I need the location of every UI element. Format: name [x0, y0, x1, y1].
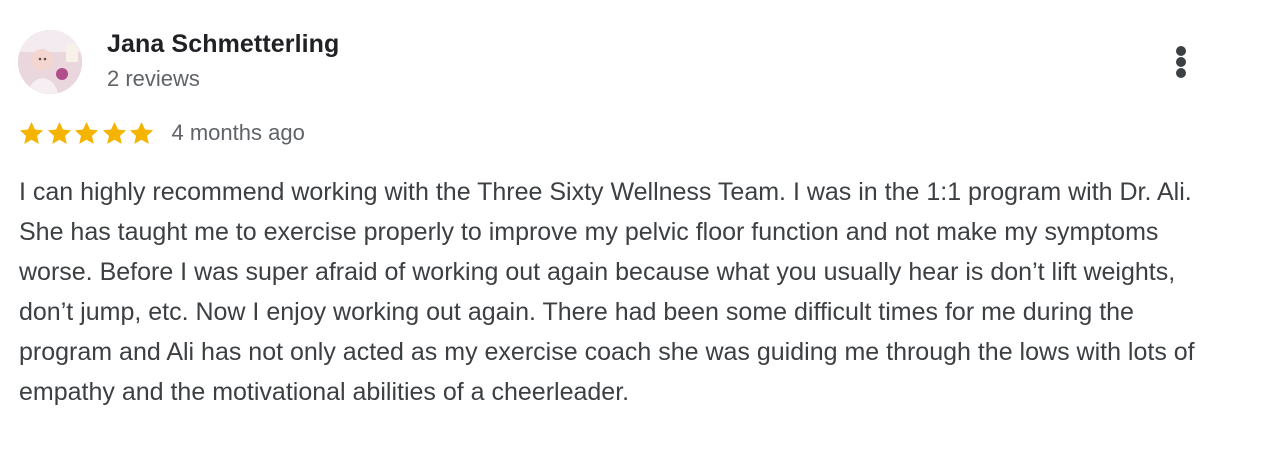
- star-icon: [19, 121, 44, 144]
- more-options-button[interactable]: [1164, 40, 1198, 84]
- review-date: 4 months ago: [171, 120, 305, 145]
- review-card: Jana Schmetterling 2 reviews 4 months ag…: [0, 0, 1262, 463]
- more-vert-icon: [1176, 68, 1186, 78]
- avatar[interactable]: [18, 30, 82, 94]
- rating-row: 4 months ago: [18, 118, 305, 148]
- star-icon: [102, 121, 126, 144]
- review-count[interactable]: 2 reviews: [107, 66, 200, 92]
- review-text: I can highly recommend working with the …: [19, 178, 1195, 406]
- star-icon: [129, 121, 154, 144]
- reviewer-name[interactable]: Jana Schmetterling: [107, 30, 339, 59]
- star-rating: [18, 120, 156, 147]
- star-icon: [47, 121, 71, 144]
- more-vert-icon: [1176, 46, 1186, 56]
- avatar-photo-icon: [18, 30, 82, 94]
- star-icon: [74, 121, 99, 144]
- more-vert-icon: [1176, 57, 1186, 67]
